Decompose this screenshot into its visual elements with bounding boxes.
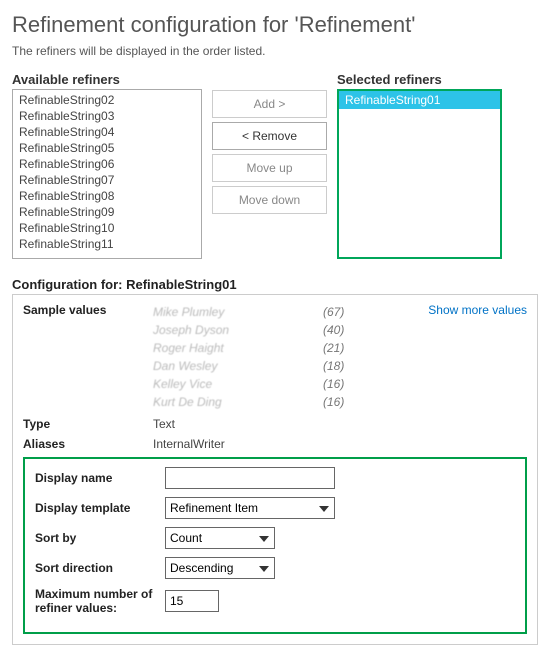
sample-values-label: Sample values: [23, 303, 153, 317]
sort-direction-label: Sort direction: [35, 561, 165, 575]
sample-name: Dan Wesley: [153, 357, 323, 375]
sample-values: Sample values Mike Plumley(67) Joseph Dy…: [23, 303, 527, 411]
sample-count: (16): [323, 393, 363, 411]
show-more-link[interactable]: Show more values: [428, 303, 527, 317]
list-item[interactable]: RefinableString02: [13, 92, 201, 108]
selected-column: Selected refiners RefinableString01: [337, 72, 502, 259]
display-template-label: Display template: [35, 501, 165, 515]
page-subtext: The refiners will be displayed in the or…: [12, 44, 538, 58]
moveup-button[interactable]: Move up: [212, 154, 327, 182]
sample-values-table: Mike Plumley(67) Joseph Dyson(40) Roger …: [153, 303, 422, 411]
list-item[interactable]: RefinableString04: [13, 124, 201, 140]
display-template-select[interactable]: Refinement Item: [165, 497, 335, 519]
sample-name: Kurt De Ding: [153, 393, 323, 411]
max-values-input[interactable]: [165, 590, 219, 612]
page-title: Refinement configuration for 'Refinement…: [12, 12, 538, 38]
available-column: Available refiners RefinableString02 Ref…: [12, 72, 202, 259]
list-item[interactable]: RefinableString09: [13, 204, 201, 220]
available-label: Available refiners: [12, 72, 202, 87]
sample-name: Mike Plumley: [153, 303, 323, 321]
sort-direction-select[interactable]: Descending: [165, 557, 275, 579]
list-item[interactable]: RefinableString08: [13, 188, 201, 204]
sort-by-label: Sort by: [35, 531, 165, 545]
move-buttons: Add > < Remove Move up Move down: [212, 90, 327, 214]
config-for-label: Configuration for: RefinableString01: [12, 277, 538, 292]
movedown-button[interactable]: Move down: [212, 186, 327, 214]
config-panel: Sample values Mike Plumley(67) Joseph Dy…: [12, 294, 538, 645]
sample-name: Joseph Dyson: [153, 321, 323, 339]
add-button[interactable]: Add >: [212, 90, 327, 118]
selected-label: Selected refiners: [337, 72, 502, 87]
list-item[interactable]: RefinableString01: [339, 91, 500, 109]
sample-name: Kelley Vice: [153, 375, 323, 393]
type-label: Type: [23, 417, 153, 431]
list-item[interactable]: RefinableString10: [13, 220, 201, 236]
sort-by-select[interactable]: Count: [165, 527, 275, 549]
available-listbox[interactable]: RefinableString02 RefinableString03 Refi…: [12, 89, 202, 259]
list-item[interactable]: RefinableString06: [13, 156, 201, 172]
selected-listbox[interactable]: RefinableString01: [337, 89, 502, 259]
display-name-label: Display name: [35, 471, 165, 485]
aliases-value: InternalWriter: [153, 437, 225, 451]
sample-count: (18): [323, 357, 363, 375]
sample-name: Roger Haight: [153, 339, 323, 357]
list-item[interactable]: RefinableString07: [13, 172, 201, 188]
display-name-input[interactable]: [165, 467, 335, 489]
sample-count: (40): [323, 321, 363, 339]
refiner-selectors: Available refiners RefinableString02 Ref…: [12, 72, 538, 259]
list-item[interactable]: RefinableString05: [13, 140, 201, 156]
sample-count: (67): [323, 303, 363, 321]
list-item[interactable]: RefinableString11: [13, 236, 201, 252]
list-item[interactable]: RefinableString03: [13, 108, 201, 124]
sample-count: (21): [323, 339, 363, 357]
remove-button[interactable]: < Remove: [212, 122, 327, 150]
type-value: Text: [153, 417, 175, 431]
aliases-label: Aliases: [23, 437, 153, 451]
refiner-settings-form: Display name Display template Refinement…: [23, 457, 527, 634]
max-values-label: Maximum number of refiner values:: [35, 587, 165, 616]
sample-count: (16): [323, 375, 363, 393]
